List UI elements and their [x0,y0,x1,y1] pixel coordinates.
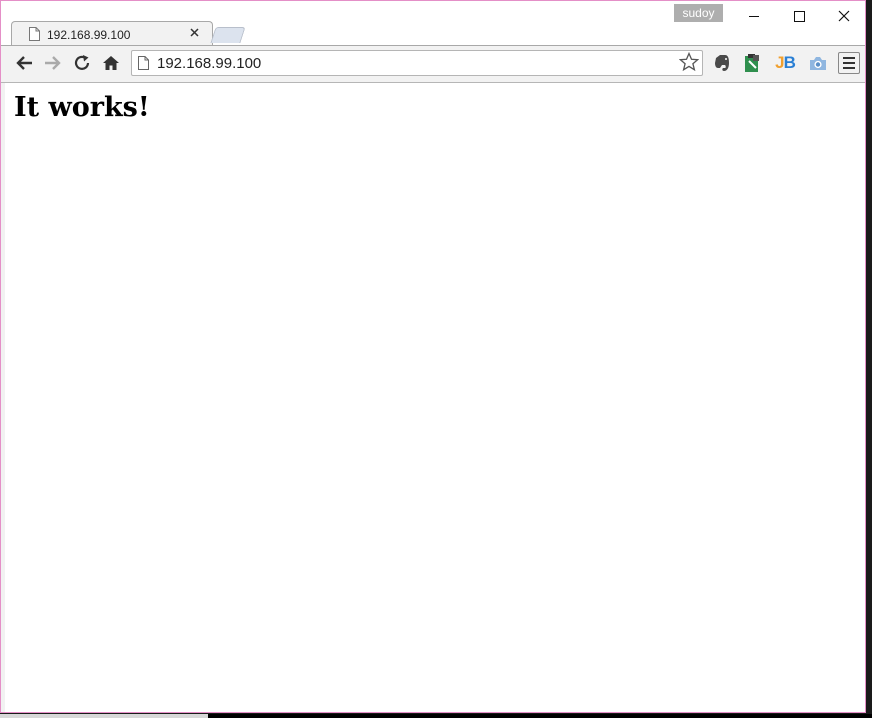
url-text: 192.168.99.100 [157,55,262,72]
reload-icon [74,55,90,70]
reload-button[interactable] [71,52,93,74]
menu-line [843,67,855,69]
clipboard-icon [745,54,759,72]
tab-close-button[interactable] [190,26,199,40]
tab-active[interactable]: 192.168.99.100 [11,21,213,47]
home-button[interactable] [100,52,122,74]
taskbar-light-segment [0,714,208,718]
maximize-button[interactable] [776,1,822,31]
camera-icon [810,56,826,70]
minimize-button[interactable] [731,1,777,31]
back-button[interactable] [13,52,35,74]
taskbar-fragment [0,714,872,718]
profile-badge[interactable]: sudoy [674,4,723,22]
bookmark-star-button[interactable] [678,51,700,77]
page-content: It works! [5,83,865,712]
page-icon [29,27,40,41]
minimize-icon [749,15,759,17]
forward-button[interactable] [42,52,64,74]
desktop-background [867,290,872,690]
evernote-extension-button[interactable] [710,52,732,74]
save-extension-button[interactable] [741,52,763,74]
jb-extension-button[interactable]: JB [774,52,796,74]
toolbar: 192.168.99.100 JB [1,45,865,83]
menu-line [843,62,855,64]
title-bar: sudoy 192.168.99.100 [1,1,867,47]
maximize-icon [793,10,805,22]
star-icon [678,51,700,72]
menu-line [843,57,855,59]
close-window-button[interactable] [821,1,867,31]
screenshot-extension-button[interactable] [807,52,829,74]
address-bar[interactable]: 192.168.99.100 [131,50,703,76]
close-icon [190,28,199,37]
page-icon [138,56,149,70]
browser-window: sudoy 192.168.99.100 192.168.99.100 JB I… [0,0,866,713]
home-icon [103,56,119,70]
tab-title: 192.168.99.100 [47,28,131,42]
forward-arrow-icon [45,56,61,70]
page-heading: It works! [14,92,150,123]
chrome-menu-button[interactable] [838,52,860,74]
back-arrow-icon [16,56,32,70]
elephant-icon [714,55,729,71]
jb-logo-icon: JB [775,53,796,72]
new-tab-button[interactable] [210,27,246,43]
close-icon [838,10,850,22]
